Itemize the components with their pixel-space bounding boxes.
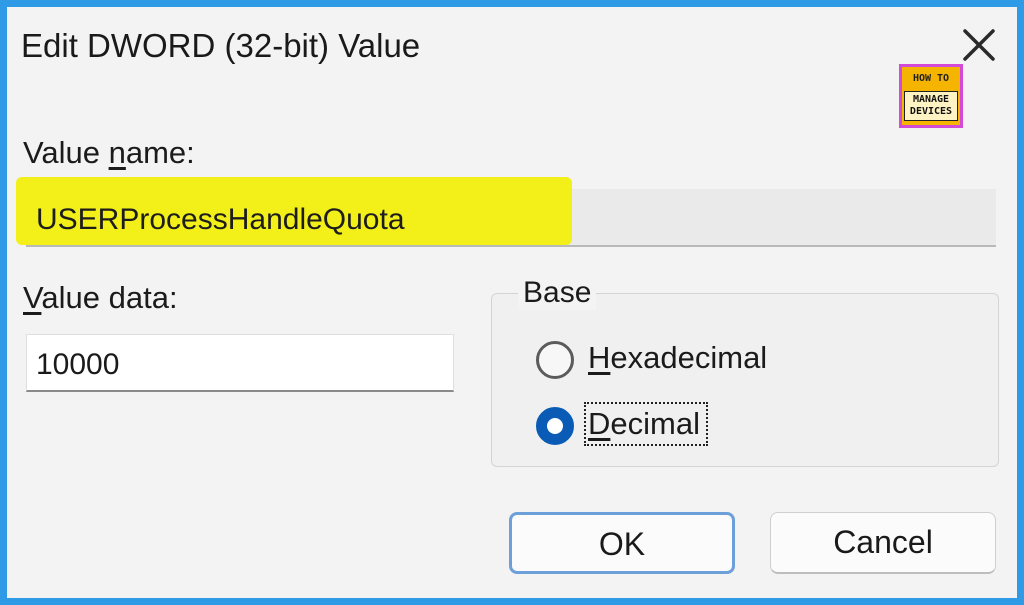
- value-data-text: 10000: [36, 348, 120, 381]
- close-button[interactable]: [957, 23, 1001, 67]
- radio-decimal-label[interactable]: Decimal: [588, 406, 700, 442]
- close-icon: [963, 29, 995, 61]
- edit-dword-dialog: Edit DWORD (32-bit) Value HOW TO MANAGE …: [7, 7, 1017, 598]
- radio-hexadecimal-label[interactable]: Hexadecimal: [588, 340, 767, 376]
- ok-button[interactable]: OK: [509, 512, 735, 574]
- how-to-manage-devices-logo: HOW TO MANAGE DEVICES: [899, 64, 963, 128]
- mnemonic-underline: V: [23, 280, 42, 315]
- value-name-field[interactable]: USERProcessHandleQuota: [16, 177, 996, 247]
- logo-line-how-to: HOW TO: [912, 73, 950, 84]
- title-bar[interactable]: Edit DWORD (32-bit) Value: [7, 7, 1017, 92]
- radio-selected-icon[interactable]: [536, 407, 574, 445]
- value-name-text: USERProcessHandleQuota: [36, 203, 405, 236]
- logo-line-manage: MANAGE: [912, 94, 950, 105]
- value-name-label: Value name:: [23, 135, 195, 170]
- radio-dot: [547, 418, 563, 434]
- mnemonic-underline: n: [108, 135, 126, 170]
- base-group: Base Hexadecimal Decimal: [491, 276, 999, 467]
- base-legend: Base: [518, 276, 597, 310]
- value-data-input[interactable]: 10000: [26, 334, 454, 392]
- logo-box: MANAGE DEVICES: [904, 91, 958, 121]
- dialog-title: Edit DWORD (32-bit) Value: [21, 27, 421, 64]
- value-data-label: Value data:: [23, 280, 178, 315]
- cancel-button[interactable]: Cancel: [770, 512, 996, 574]
- radio-unselected-icon[interactable]: [536, 341, 574, 379]
- logo-line-devices: DEVICES: [909, 106, 953, 117]
